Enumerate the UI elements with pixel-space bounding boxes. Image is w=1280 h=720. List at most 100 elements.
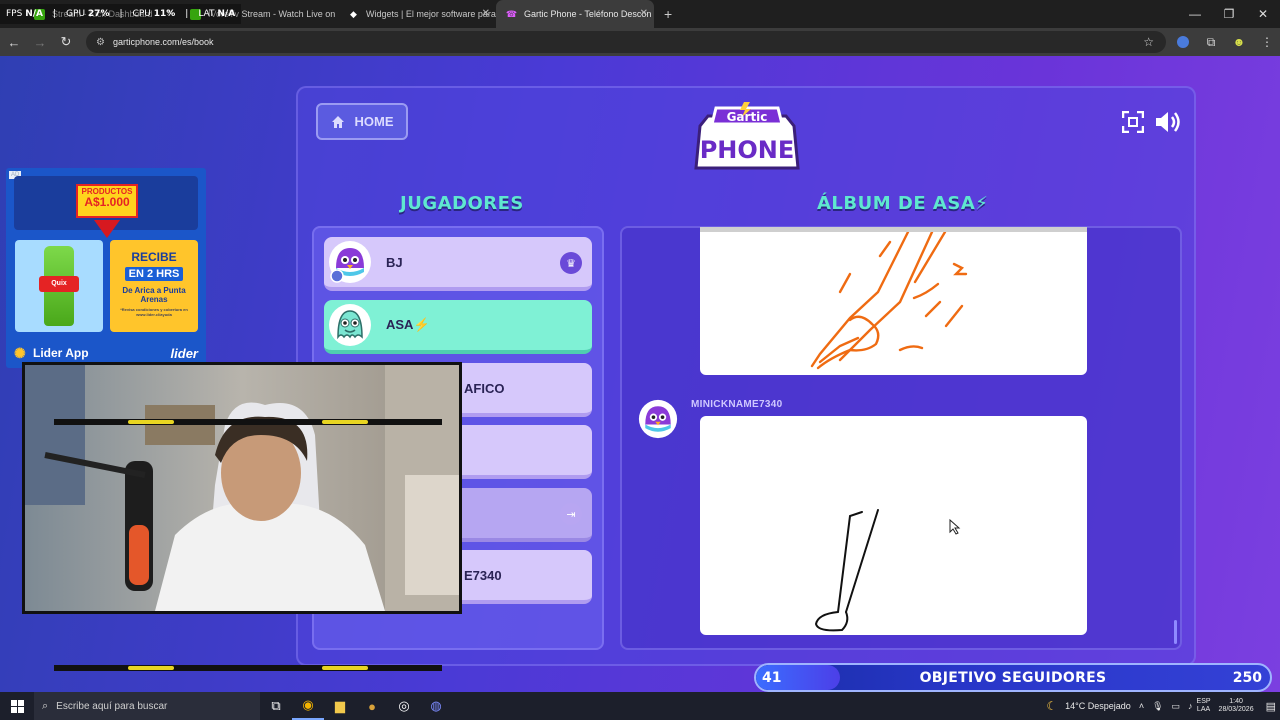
restore-icon[interactable]: ❐ bbox=[1212, 0, 1246, 28]
goal-target: 250 bbox=[1232, 669, 1262, 686]
fps-label: FPS bbox=[6, 9, 23, 19]
bottle-label: Quix bbox=[39, 276, 79, 292]
moon-weather-icon: ☾ bbox=[1046, 699, 1058, 713]
bookmark-star-icon[interactable]: ☆ bbox=[1143, 35, 1154, 49]
lang-top: ESP bbox=[1196, 698, 1211, 706]
goal-label: OBJETIVO SEGUIDORES bbox=[919, 669, 1107, 686]
advertisement[interactable]: AD PRODUCTOS A$1.000 Quix RECIBE EN 2 HR… bbox=[6, 168, 206, 368]
gpu-value: 27 bbox=[87, 9, 101, 19]
task-view-icon[interactable]: ⧉ bbox=[260, 692, 292, 720]
gartic-phone-logo: Gartic PHONE bbox=[694, 102, 800, 170]
system-tray: ☾ 14°C Despejado ˄ 🎙 ▭ ♪ ESP LAA 1:40 28… bbox=[1042, 692, 1280, 720]
ad-promo-badge: PRODUCTOS A$1.000 bbox=[76, 184, 138, 218]
ad-offer-line2: EN 2 HRS bbox=[124, 267, 184, 281]
drawing-card bbox=[700, 227, 1087, 375]
speaker-icon[interactable]: ♪ bbox=[1188, 701, 1193, 711]
home-label: HOME bbox=[354, 114, 394, 129]
address-bar[interactable]: ⚙ garticphone.com/es/book ☆ bbox=[86, 31, 1166, 53]
album-heading: ÁLBUM DE ASA⚡ bbox=[817, 193, 989, 214]
chrome-icon[interactable]: ◉ bbox=[292, 692, 324, 720]
player-name: E7340 bbox=[464, 567, 502, 583]
minimize-icon[interactable]: — bbox=[1178, 0, 1212, 28]
webcam-frame-bottom bbox=[54, 665, 442, 671]
clock-date: 28/03/2026 bbox=[1218, 706, 1254, 713]
volume-icon[interactable] bbox=[1154, 110, 1182, 134]
logo-top-text: Gartic bbox=[727, 110, 768, 124]
site-info-icon[interactable]: ⚙ bbox=[96, 37, 105, 48]
webcam-frame-top bbox=[54, 419, 442, 425]
album-scrollbar[interactable] bbox=[1174, 620, 1177, 644]
ad-offer-line1: RECIBE bbox=[131, 250, 177, 264]
player-row[interactable]: BJ ♛ bbox=[324, 237, 592, 291]
notifications-icon[interactable]: ▤ bbox=[1266, 700, 1276, 713]
tab-title: Gartic Phone - Teléfono Descon bbox=[524, 9, 652, 19]
ghost-avatar-icon bbox=[329, 304, 371, 346]
kick-player-icon[interactable]: ⇥ bbox=[560, 503, 582, 525]
player-row-active[interactable]: ASA⚡ bbox=[324, 300, 592, 354]
chevron-up-icon[interactable]: ˄ bbox=[1139, 701, 1144, 711]
ad-offer-line3: De Arica a Punta Arenas bbox=[122, 286, 186, 305]
bird-avatar-icon bbox=[329, 241, 371, 283]
follower-goal-bar: 41 OBJETIVO SEGUIDORES 250 bbox=[754, 663, 1272, 692]
drawing-sketch bbox=[810, 232, 968, 370]
taskbar-search[interactable]: ⌕ Escribe aquí para buscar bbox=[34, 692, 260, 720]
windows-taskbar: ⌕ Escribe aquí para buscar ⧉ ◉ ▆ ● ◎ ◍ ☾… bbox=[0, 692, 1280, 720]
player-name: AFICO bbox=[464, 380, 505, 396]
forward-icon[interactable]: → bbox=[28, 30, 52, 54]
search-placeholder: Escribe aquí para buscar bbox=[56, 700, 168, 712]
ad-footer: ✺ Lider App lider bbox=[14, 344, 198, 362]
browser-menu-icon[interactable]: ⋮ bbox=[1256, 31, 1278, 53]
cpu-value: 11 bbox=[153, 9, 167, 19]
app-icon[interactable]: ● bbox=[356, 692, 388, 720]
weather-text[interactable]: 14°C Despejado bbox=[1065, 701, 1131, 711]
drawing-sketch bbox=[814, 509, 961, 632]
ad-promo-line2: A$1.000 bbox=[84, 195, 130, 210]
logo-bottom-text: PHONE bbox=[700, 136, 795, 164]
spark-icon: ✺ bbox=[14, 345, 26, 361]
extension-icon[interactable] bbox=[1172, 31, 1194, 53]
window-controls: — ❐ ✕ bbox=[1178, 0, 1280, 28]
fps-value: N/A bbox=[25, 9, 43, 19]
cpu-label: CPU bbox=[132, 9, 151, 19]
windows-start-icon[interactable] bbox=[0, 692, 34, 720]
close-window-icon[interactable]: ✕ bbox=[1246, 0, 1280, 28]
gartic-phone-page: HOME Gartic PHONE JUGADORES ÁLBUM DE ASA… bbox=[0, 56, 1280, 692]
bird-avatar-icon bbox=[638, 399, 678, 439]
browser-toolbar: ← → ↻ ⚙ garticphone.com/es/book ☆ ⧉ ☻ ⋮ bbox=[0, 28, 1280, 56]
home-button[interactable]: HOME bbox=[316, 103, 408, 140]
ad-offer: RECIBE EN 2 HRS De Arica a Punta Arenas … bbox=[110, 240, 198, 332]
lat-label: LAT bbox=[198, 9, 215, 19]
obs-icon[interactable]: ◎ bbox=[388, 692, 420, 720]
home-icon bbox=[331, 115, 344, 128]
close-tab-icon[interactable]: ✕ bbox=[482, 8, 490, 19]
player-name: BJ bbox=[386, 254, 403, 270]
diamond-icon: ◆ bbox=[350, 8, 357, 19]
ad-app-name: Lider App bbox=[33, 346, 89, 360]
back-icon[interactable]: ← bbox=[2, 30, 26, 54]
profile-avatar-icon[interactable]: ☻ bbox=[1228, 31, 1250, 53]
lat-value: N/A bbox=[217, 9, 236, 19]
tab-title: Widgets | El mejor software para bbox=[366, 9, 496, 19]
close-tab-icon[interactable]: ✕ bbox=[640, 8, 648, 19]
webcam-feed-image bbox=[25, 365, 459, 611]
new-tab-button[interactable]: + bbox=[654, 6, 682, 22]
browser-tab-gartic-phone[interactable]: ☎ Gartic Phone - Teléfono Descon ✕ bbox=[496, 0, 654, 28]
player-name: ASA⚡ bbox=[386, 317, 430, 332]
language-indicator[interactable]: ESP LAA bbox=[1197, 698, 1211, 713]
discord-icon[interactable]: ◍ bbox=[420, 692, 452, 720]
browser-tab-widgets[interactable]: ◆ Widgets | El mejor software para ✕ bbox=[338, 0, 496, 28]
ad-product-image: Quix bbox=[15, 240, 103, 332]
microphone-icon[interactable]: 🎙 bbox=[1152, 701, 1163, 712]
file-explorer-icon[interactable]: ▆ bbox=[324, 692, 356, 720]
taskbar-clock[interactable]: 1:40 28/03/2026 bbox=[1219, 698, 1254, 715]
reload-icon[interactable]: ↻ bbox=[54, 30, 78, 54]
ad-fine-print: *Revisa condiciones y cobertura en www.l… bbox=[120, 307, 188, 318]
clock-time: 1:40 bbox=[1229, 697, 1243, 705]
search-icon: ⌕ bbox=[42, 699, 49, 712]
performance-overlay: FPS N/A | GPU 27% | CPU 11% | LAT N/A bbox=[0, 4, 242, 24]
fullscreen-icon[interactable] bbox=[1122, 111, 1144, 133]
ad-brand: lider bbox=[170, 345, 198, 361]
network-icon[interactable]: ▭ bbox=[1172, 701, 1181, 712]
crown-icon: ♛ bbox=[560, 252, 582, 274]
extensions-puzzle-icon[interactable]: ⧉ bbox=[1200, 31, 1222, 53]
